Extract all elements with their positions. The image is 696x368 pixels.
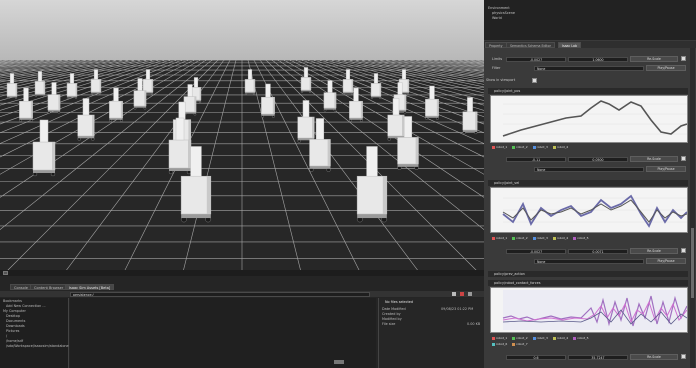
legend-item[interactable]: robot_4 xyxy=(557,336,568,340)
detail-value: 09/08/23 01:22 PM xyxy=(441,307,474,311)
plot-header-joint-vel[interactable]: policy/joint_vel xyxy=(488,180,688,186)
filter-label: Filter xyxy=(492,66,501,70)
detail-label: Modified by xyxy=(382,317,402,321)
details-title: No files selected xyxy=(385,300,414,304)
legend-item[interactable]: robot_5 xyxy=(577,336,588,340)
scrollbar-thumb[interactable] xyxy=(691,228,694,298)
limits-checkbox[interactable] xyxy=(681,248,686,253)
plot-canvas xyxy=(502,194,688,228)
legend-item[interactable]: robot_1 xyxy=(496,236,507,240)
limit-max-field[interactable]: 35.7247 xyxy=(568,355,628,360)
filter-select[interactable]: None xyxy=(534,259,644,264)
legend-item[interactable]: robot_3 xyxy=(537,236,548,240)
stage-item[interactable]: Environment xyxy=(488,6,510,10)
plot-header-prev-action[interactable]: policy/prev_action xyxy=(488,271,688,277)
scene-render xyxy=(0,0,484,276)
plot-joint-vel xyxy=(490,187,688,233)
play-pause-button[interactable]: Play/Pause xyxy=(646,65,686,71)
rescale-button[interactable]: Re-Scale xyxy=(630,156,678,162)
legend-item[interactable]: robot_2 xyxy=(516,236,527,240)
limits-checkbox[interactable] xyxy=(681,56,686,61)
stage-item[interactable]: World xyxy=(492,16,502,20)
play-pause-button[interactable]: Play/Pause xyxy=(646,166,686,172)
tree-item[interactable]: Downloads xyxy=(6,324,25,328)
plot-joint-pos xyxy=(490,95,688,143)
tree-item[interactable]: / xyxy=(6,334,7,338)
file-list[interactable] xyxy=(70,298,376,368)
plot-header-joint-pos[interactable]: policy/joint_pos xyxy=(488,88,688,94)
limit-min-field[interactable]: -0.0027 xyxy=(506,249,566,254)
panel-scrollbar[interactable] xyxy=(690,48,695,368)
limit-min-field[interactable]: -0.11 xyxy=(506,157,566,162)
rescale-button[interactable]: Re-Scale xyxy=(630,56,678,62)
filter-select[interactable]: None xyxy=(534,167,644,172)
tab-content-browser[interactable]: Content Browser xyxy=(30,284,68,290)
tab-isaac-assets[interactable]: Isaac Sim Assets [Beta] xyxy=(65,284,115,290)
limits-label: Limits xyxy=(492,57,503,61)
stage-tree: Environment physicsScene World xyxy=(484,0,696,40)
tab-console[interactable]: Console xyxy=(10,284,32,290)
tree-item[interactable]: Pictures xyxy=(6,329,19,333)
plot-header-contact-forces[interactable]: policy/robot_contact_forces xyxy=(488,280,688,286)
stage-item[interactable]: physicsScene xyxy=(492,11,515,15)
show-viewport-label: Show in viewport xyxy=(486,78,516,82)
content-browser-panel: Console Content Browser Isaac Sim Assets… xyxy=(0,276,485,368)
detail-value: 0.00 KB xyxy=(467,322,481,326)
filter-select[interactable]: None xyxy=(534,66,644,71)
legend-item[interactable]: robot_1 xyxy=(496,336,507,340)
show-viewport-checkbox[interactable] xyxy=(532,78,537,83)
legend-item[interactable]: robot_5 xyxy=(577,236,588,240)
legend-item[interactable]: robot_1 xyxy=(496,145,507,149)
legend-item[interactable]: robot_2 xyxy=(516,145,527,149)
play-pause-button[interactable]: Play/Pause xyxy=(646,258,686,264)
path-input[interactable]: persistence:/ xyxy=(70,291,370,297)
tree-item[interactable]: My Computer xyxy=(3,309,26,313)
close-icon[interactable] xyxy=(460,292,464,296)
legend-item[interactable]: robot_3 xyxy=(537,336,548,340)
plot-legend: robot_1 robot_2 robot_3 robot_4 robot_5 xyxy=(492,236,593,242)
file-details: No files selected Date Modified 09/08/23… xyxy=(378,298,485,368)
limits-checkbox[interactable] xyxy=(681,156,686,161)
limit-max-field[interactable]: 0.0071 xyxy=(568,249,628,254)
limits-checkbox[interactable] xyxy=(681,354,686,359)
plot-legend: robot_1 robot_2 robot_3 robot_4 xyxy=(492,145,572,151)
rescale-button[interactable]: Re-Scale xyxy=(630,354,678,360)
viewport-3d[interactable] xyxy=(0,0,484,276)
plot-canvas xyxy=(502,100,688,137)
plot-legend-row2: robot_6 robot_7 xyxy=(492,342,532,348)
viewport-menu-button[interactable] xyxy=(3,271,8,275)
limit-max-field[interactable]: 1.0600 xyxy=(568,57,628,62)
tree-item[interactable]: Desktop xyxy=(6,314,20,318)
property-tabs: Property Semantics Schema Editor Isaac L… xyxy=(484,41,696,48)
limit-min-field[interactable]: 0.6 xyxy=(506,355,566,360)
tab-property[interactable]: Property xyxy=(485,42,507,48)
legend-item[interactable]: robot_3 xyxy=(537,145,548,149)
path-bar: persistence:/ xyxy=(0,291,484,297)
plot-canvas xyxy=(502,290,688,330)
search-icon[interactable] xyxy=(452,292,456,296)
detail-label: File size xyxy=(382,322,396,326)
settings-icon[interactable] xyxy=(468,292,472,296)
legend-item[interactable]: robot_6 xyxy=(496,342,507,346)
detail-label: Date Modified xyxy=(382,307,406,311)
legend-item[interactable]: robot_7 xyxy=(516,342,527,346)
property-panel: Environment physicsScene World Property … xyxy=(484,0,696,368)
tree-item[interactable]: Add New Connection ... xyxy=(6,304,46,308)
plot-contact-forces xyxy=(490,287,688,333)
limit-min-field[interactable]: -0.0027 xyxy=(506,57,566,62)
tree-item[interactable]: /home/sdf xyxy=(6,339,23,343)
folder-tree: Bookmarks Add New Connection ... My Comp… xyxy=(0,298,69,368)
tree-item[interactable]: Documents xyxy=(6,319,25,323)
tree-item[interactable]: /sda/Workspace/isaacsim/standalone xyxy=(6,344,69,348)
rescale-button[interactable]: Re-Scale xyxy=(630,248,678,254)
legend-item[interactable]: robot_4 xyxy=(557,236,568,240)
legend-item[interactable]: robot_2 xyxy=(516,336,527,340)
tree-item[interactable]: Bookmarks xyxy=(3,299,22,303)
limit-max-field[interactable]: 0.0500 xyxy=(568,157,628,162)
zoom-slider[interactable] xyxy=(334,360,344,364)
detail-label: Created by xyxy=(382,312,401,316)
legend-item[interactable]: robot_4 xyxy=(557,145,568,149)
tab-isaac-lab[interactable]: Isaac Lab xyxy=(558,42,582,48)
tab-semantics[interactable]: Semantics Schema Editor xyxy=(506,42,555,48)
